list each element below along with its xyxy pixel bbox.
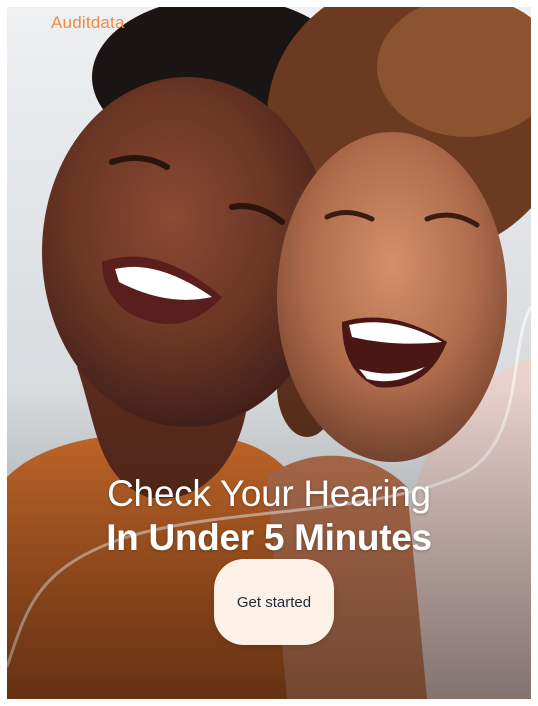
headline-line-2: In Under 5 Minutes [106,517,432,558]
get-started-button[interactable]: Get started [214,559,334,645]
hero-headline: Check Your Hearing In Under 5 Minutes [7,472,531,560]
app-frame: Auditdata Check Your Hearing In Under 5 … [7,7,531,699]
brand-logo: Auditdata [51,13,125,32]
headline-line-1: Check Your Hearing [107,473,431,514]
